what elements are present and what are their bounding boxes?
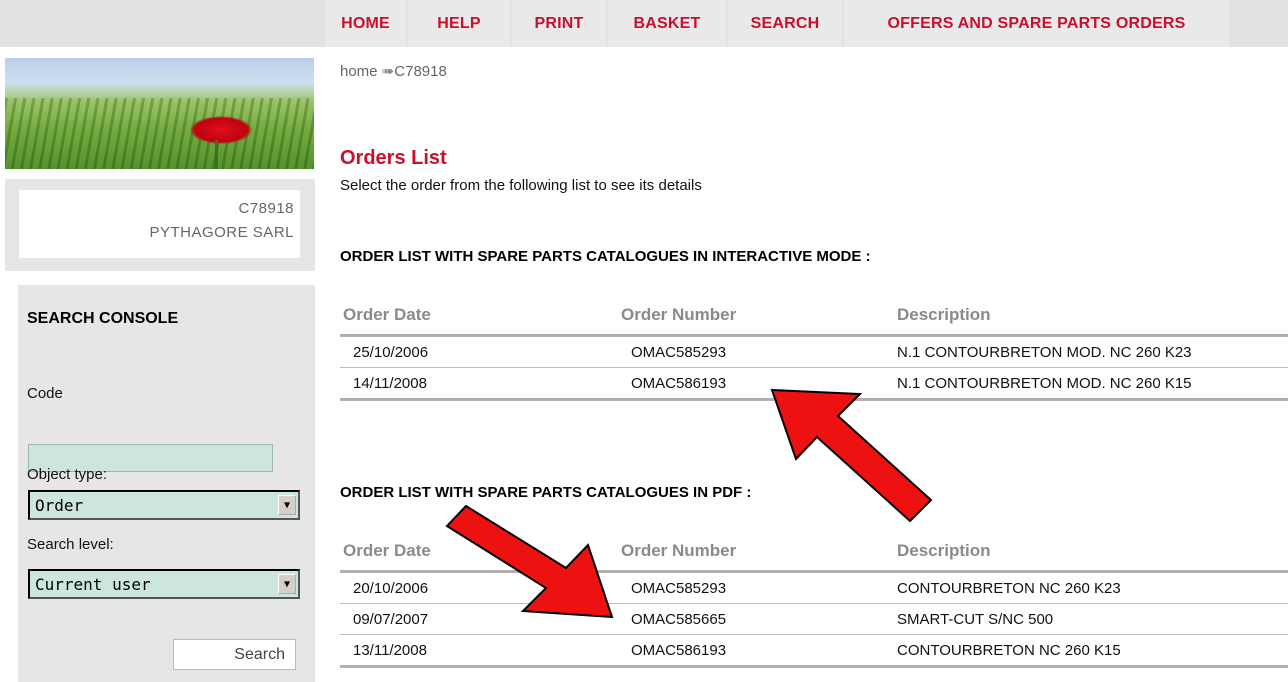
annotation-arrow-up-icon	[770, 388, 933, 523]
annotation-arrows	[445, 388, 933, 619]
annotation-arrow-down-icon	[445, 504, 614, 619]
